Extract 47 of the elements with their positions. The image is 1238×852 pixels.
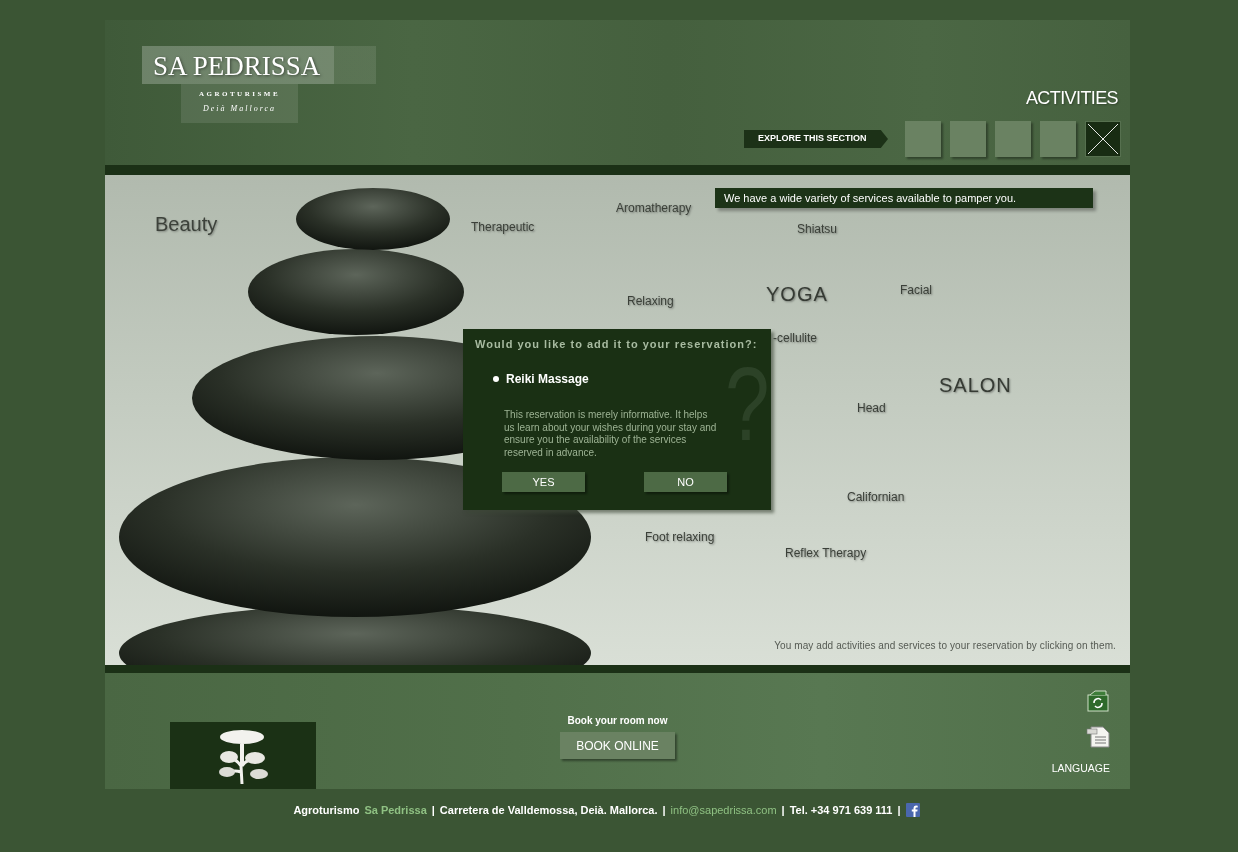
separator: | (662, 803, 666, 817)
category-heading: Beauty (155, 212, 218, 236)
email-link[interactable]: info@sapedrissa.com (670, 803, 777, 817)
footer-text: Tel. +34 971 639 111 (789, 803, 893, 817)
logo-location: Deià Mallorca (203, 104, 276, 114)
nav-tile[interactable] (950, 121, 986, 157)
dialog-button[interactable]: YES (502, 472, 585, 492)
service-link[interactable]: Shiatsu (797, 222, 838, 236)
category-link[interactable]: SALON (939, 373, 1012, 397)
separator: | (431, 803, 435, 817)
service-name: Reiki Massage (506, 372, 589, 386)
hint-text: You may add activities and services to your reservation by clicking on them. (774, 640, 1116, 652)
service-link[interactable]: Foot relaxing (645, 530, 715, 544)
document-icon[interactable] (1086, 726, 1110, 748)
separator: | (781, 803, 785, 817)
bullet-icon (493, 376, 499, 382)
separator: | (897, 803, 901, 817)
service-link[interactable]: Reflex Therapy (785, 546, 867, 560)
service-link[interactable]: Relaxing (627, 294, 674, 308)
service-link[interactable]: Californian (847, 490, 905, 504)
brand-name: Sa Pedrissa (364, 803, 427, 817)
book-online-button[interactable]: BOOK ONLINE (560, 732, 675, 759)
service-link[interactable]: -cellulite (773, 331, 817, 345)
info-banner: We have a wide variety of services available to pamper you. (715, 188, 1093, 208)
recycle-icon[interactable] (1087, 690, 1109, 712)
explore-section-button[interactable]: EXPLORE THIS SECTION (744, 130, 888, 148)
section-title: ACTIVITIES (1025, 87, 1118, 110)
close-icon (1087, 123, 1119, 155)
logo-name: SA PEDRISSA (142, 46, 376, 84)
dialog-question: Would you like to add it to your reservation?: (475, 337, 759, 351)
service-link[interactable]: Therapeutic (471, 220, 535, 234)
question-mark: ? (725, 353, 770, 457)
service-link[interactable]: Head (857, 401, 886, 415)
dialog-button[interactable]: NO (644, 472, 727, 492)
nav-tile[interactable] (995, 121, 1031, 157)
facebook-icon[interactable] (905, 803, 920, 817)
footer-text: Carretera de Valldemossa, Deià. Mallorca. (439, 803, 658, 817)
category-link[interactable]: YOGA (766, 282, 828, 306)
service-link[interactable]: Aromatherapy (616, 201, 692, 215)
footer-text: Agroturismo (293, 803, 360, 817)
nav-tile[interactable] (905, 121, 941, 157)
nav-tile[interactable] (1040, 121, 1076, 157)
dialog-info: This reservation is merely informative. It helps us learn about your wishes during your stay and ensure you the availability of the services reserved in advance. (504, 409, 718, 459)
language-link[interactable]: LANGUAGE (1051, 762, 1110, 775)
close-button[interactable] (1085, 121, 1121, 157)
service-link[interactable]: Facial (900, 283, 932, 297)
book-label: Book your room now (567, 715, 668, 727)
